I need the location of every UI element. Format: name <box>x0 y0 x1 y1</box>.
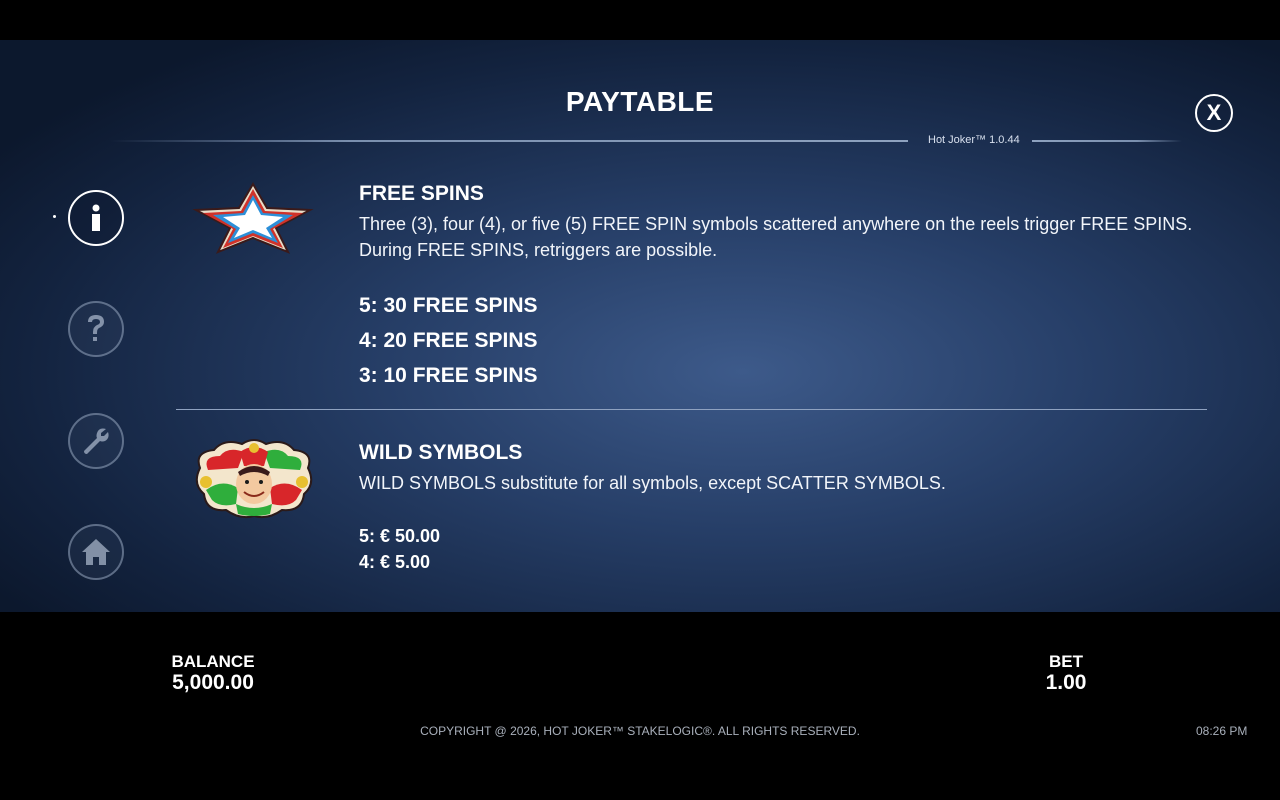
wild-symbols-title: WILD SYMBOLS <box>359 441 523 464</box>
version-label: Hot Joker™ 1.0.44 <box>928 134 1020 146</box>
wrench-icon <box>84 428 109 454</box>
copyright-text: COPYRIGHT @ 2026, HOT JOKER™ STAKELOGIC®… <box>420 724 860 738</box>
active-indicator-dot <box>53 215 56 218</box>
sidebar-item-home[interactable] <box>68 524 124 580</box>
free-spins-payout: 4: 20 FREE SPINS <box>359 329 538 352</box>
star-scatter-icon <box>192 182 314 259</box>
bet-label: BET <box>1049 652 1083 671</box>
free-spins-description-line2: During FREE SPINS, retriggers are possib… <box>359 240 718 260</box>
header-divider-right <box>1032 140 1182 142</box>
balance-label: BALANCE <box>171 652 255 671</box>
close-icon: X <box>1206 100 1222 125</box>
sidebar-item-help[interactable] <box>68 301 124 357</box>
free-spins-payout: 3: 10 FREE SPINS <box>359 364 538 387</box>
wild-payout: 4: € 5.00 <box>359 552 431 572</box>
free-spins-payout: 5: 30 FREE SPINS <box>359 294 538 317</box>
close-button[interactable]: X <box>1195 94 1233 132</box>
header-divider-left <box>110 140 908 142</box>
page-title: PAYTABLE <box>565 86 715 117</box>
free-spins-title: FREE SPINS <box>359 182 484 205</box>
sidebar-item-settings[interactable] <box>68 413 124 469</box>
wild-payout: 5: € 50.00 <box>359 526 441 546</box>
free-spins-description-line1: Three (3), four (4), or five (5) FREE SP… <box>359 214 1193 234</box>
bet-value: 1.00 <box>1045 671 1087 694</box>
info-icon <box>92 204 100 231</box>
question-icon <box>88 315 104 341</box>
joker-wild-icon <box>192 438 316 525</box>
home-icon <box>82 539 110 565</box>
clock: 08:26 PM <box>1196 724 1248 738</box>
balance-value: 5,000.00 <box>172 671 254 694</box>
section-divider <box>176 409 1207 410</box>
paytable-panel: PAYTABLE X Hot Joker™ 1.0.44 FREE SPINS … <box>0 40 1280 612</box>
sidebar-item-info[interactable] <box>68 190 124 246</box>
wild-symbols-description: WILD SYMBOLS substitute for all symbols,… <box>359 473 946 493</box>
